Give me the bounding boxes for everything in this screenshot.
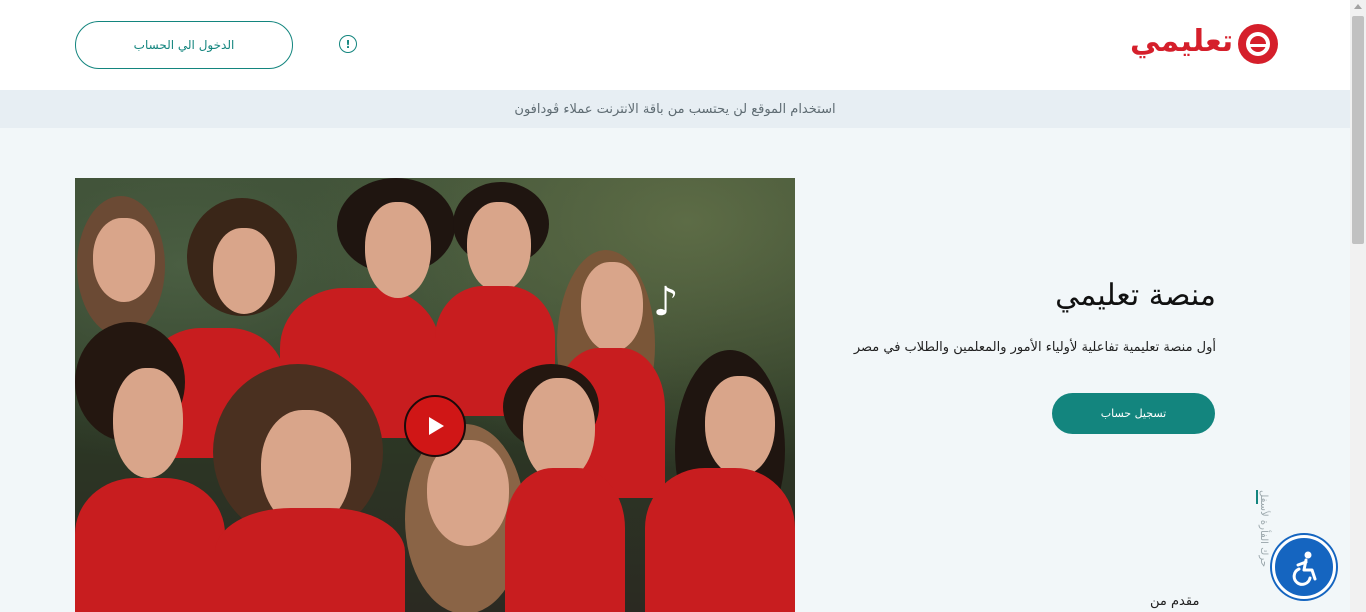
- scroll-hint-text: حرك الفأرة لأسفل: [1258, 490, 1269, 568]
- music-note-icon: ♪: [653, 279, 679, 325]
- login-button[interactable]: الدخول الي الحساب: [75, 21, 293, 69]
- notice-text: استخدام الموقع لن يحتسب من باقة الانترنت…: [514, 101, 836, 117]
- hero-subtitle: أول منصة تعليمية تفاعلية لأولياء الأمور …: [853, 340, 1216, 355]
- notice-banner: استخدام الموقع لن يحتسب من باقة الانترنت…: [0, 90, 1350, 128]
- scroll-hint: حرك الفأرة لأسفل: [1256, 490, 1272, 580]
- play-button[interactable]: [404, 395, 466, 457]
- logo-mark-icon: [1238, 24, 1278, 64]
- hero-title: منصة تعليمي: [1055, 278, 1216, 313]
- scrollbar-thumb[interactable]: [1352, 16, 1364, 244]
- site-header: الدخول الي الحساب ! تعليمي: [0, 0, 1350, 90]
- signup-button[interactable]: تسجيل حساب: [1052, 393, 1215, 434]
- scroll-up-arrow-icon[interactable]: [1354, 4, 1362, 9]
- logo-text: تعليمي: [1130, 24, 1234, 59]
- provided-by-label: مقدم من: [1150, 594, 1200, 609]
- accessibility-button[interactable]: [1272, 535, 1336, 599]
- info-icon[interactable]: !: [339, 35, 357, 53]
- play-icon: [429, 417, 444, 435]
- intro-video[interactable]: ♪: [75, 178, 795, 612]
- site-logo[interactable]: تعليمي: [1130, 20, 1278, 68]
- accessibility-icon: [1292, 551, 1317, 586]
- page-scrollbar[interactable]: [1350, 0, 1366, 612]
